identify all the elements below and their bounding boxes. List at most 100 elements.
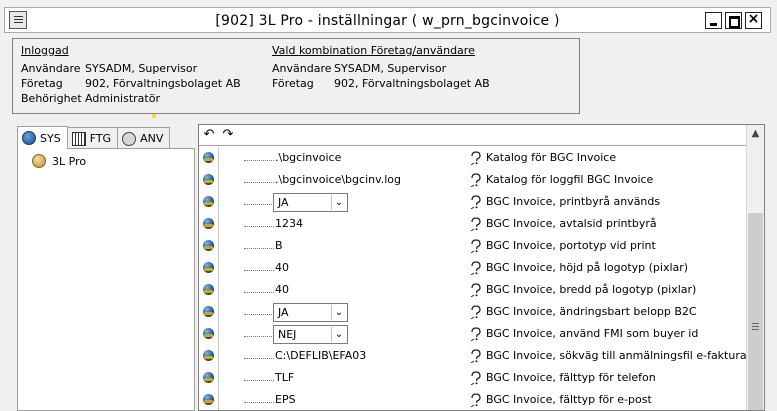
help-icon[interactable] xyxy=(469,283,483,298)
param-row[interactable]: TLF BGC Invoice, fälttyp för telefon xyxy=(199,367,747,389)
param-description: BGC Invoice, fälttyp för e-post xyxy=(486,393,652,406)
tree-item-3l-pro[interactable]: 3L Pro xyxy=(32,154,86,168)
parameter-status-icon xyxy=(203,174,214,185)
param-row[interactable]: .\bgcinvoice Katalog för BGC Invoice xyxy=(199,147,747,169)
param-value-field[interactable]: C:\DEFLIB\EFA03 xyxy=(275,349,366,362)
param-description: Katalog för BGC Invoice xyxy=(486,151,617,164)
logged-in-section: Inloggad Användare SYSADM, Supervisor För… xyxy=(21,44,241,107)
param-value-field[interactable]: .\bgcinvoice xyxy=(275,151,341,164)
param-row[interactable]: EPS BGC Invoice, fälttyp för e-post xyxy=(199,389,747,410)
scroll-up-icon[interactable]: ▲ xyxy=(747,125,764,142)
param-row[interactable]: 40 BGC Invoice, höjd på logotyp (pixlar) xyxy=(199,257,747,279)
param-value-field[interactable]: TLF xyxy=(275,371,294,384)
vertical-scrollbar[interactable]: ▲ xyxy=(746,125,764,410)
user-label: Användare xyxy=(21,62,81,75)
company-label: Företag xyxy=(21,77,63,90)
param-row[interactable]: JA ⌄ BGC Invoice, printbyrå används xyxy=(199,191,747,213)
param-row[interactable]: NEJ ⌄ BGC Invoice, använd FMI som buyer id xyxy=(199,323,747,345)
company-value: 902, Förvaltningsbolaget AB xyxy=(85,77,241,90)
help-icon[interactable] xyxy=(469,151,483,166)
parameter-status-icon xyxy=(203,306,214,317)
help-icon[interactable] xyxy=(469,173,483,188)
scroll-thumb[interactable] xyxy=(748,213,763,410)
param-row[interactable]: 40 BGC Invoice, bredd på logotyp (pixlar) xyxy=(199,279,747,301)
tab-label: SYS xyxy=(40,131,61,145)
param-row[interactable]: B BGC Invoice, portotyp vid print xyxy=(199,235,747,257)
param-description: BGC Invoice, höjd på logotyp (pixlar) xyxy=(486,261,689,274)
param-value-dropdown[interactable]: NEJ ⌄ xyxy=(273,325,348,344)
app-icon xyxy=(32,154,46,168)
help-icon[interactable] xyxy=(469,349,483,364)
param-description: BGC Invoice, fälttyp för telefon xyxy=(486,371,656,384)
param-value-field[interactable]: EPS xyxy=(275,393,296,406)
chevron-down-icon[interactable]: ⌄ xyxy=(331,305,346,320)
logged-in-header: Inloggad xyxy=(21,44,69,57)
forward-icon[interactable]: ↷ xyxy=(220,127,236,143)
tab-label: ANV xyxy=(140,132,164,145)
tree-connector xyxy=(244,160,274,161)
param-row[interactable]: C:\DEFLIB\EFA03 BGC Invoice, sökväg till … xyxy=(199,345,747,367)
parameter-status-icon xyxy=(203,152,214,163)
help-icon[interactable] xyxy=(469,217,483,232)
param-description: BGC Invoice, bredd på logotyp (pixlar) xyxy=(486,283,697,296)
help-icon[interactable] xyxy=(469,371,483,386)
param-value-field[interactable]: 40 xyxy=(275,261,289,274)
help-icon[interactable] xyxy=(469,305,483,320)
param-row[interactable]: 1234 BGC Invoice, avtalsid printbyrå xyxy=(199,213,747,235)
close-icon: × xyxy=(747,11,760,27)
tab-label: FTG xyxy=(89,132,112,145)
tree-connector xyxy=(244,226,274,227)
help-icon[interactable] xyxy=(469,393,483,408)
param-description: BGC Invoice, avtalsid printbyrå xyxy=(486,217,657,230)
tree-item-label: 3L Pro xyxy=(52,154,87,168)
param-row[interactable]: JA ⌄ BGC Invoice, ändringsbart belopp B2C xyxy=(199,301,747,323)
settings-toolbar: ↶ ↷ xyxy=(199,125,747,146)
tree-panel: 3L Pro xyxy=(17,148,195,411)
minimize-button[interactable] xyxy=(705,12,722,29)
param-value-field[interactable]: 1234 xyxy=(275,217,303,230)
level-tabs: SYS FTG ANV xyxy=(17,126,171,149)
login-info-panel: Inloggad Användare SYSADM, Supervisor För… xyxy=(12,38,580,114)
tree-connector xyxy=(244,248,274,249)
tree-connector xyxy=(244,292,274,293)
param-value-field[interactable]: 40 xyxy=(275,283,289,296)
maximize-button[interactable] xyxy=(725,12,742,29)
param-description: BGC Invoice, printbyrå används xyxy=(486,195,661,208)
tree-connector xyxy=(244,204,274,205)
help-icon[interactable] xyxy=(469,261,483,276)
parameter-status-icon xyxy=(203,394,214,405)
param-description: Katalog för loggfil BGC Invoice xyxy=(486,173,654,186)
building-icon xyxy=(71,131,86,146)
back-icon[interactable]: ↶ xyxy=(201,127,217,143)
param-value-field[interactable]: B xyxy=(275,239,283,252)
parameter-status-icon xyxy=(203,240,214,251)
chevron-down-icon[interactable]: ⌄ xyxy=(331,195,346,210)
tree-connector xyxy=(244,358,274,359)
tree-connector xyxy=(244,314,274,315)
dropdown-value: NEJ xyxy=(278,328,297,341)
parameter-status-icon xyxy=(203,284,214,295)
parameter-status-icon xyxy=(203,350,214,361)
close-button[interactable]: × xyxy=(745,11,762,29)
param-value-field[interactable]: .\bgcinvoice\bgcinv.log xyxy=(275,173,401,186)
param-row[interactable]: .\bgcinvoice\bgcinv.log Katalog för loggf… xyxy=(199,169,747,191)
selected-combination-header: Vald kombination Företag/användare xyxy=(272,44,475,57)
permission-value: Administratör xyxy=(85,92,160,105)
chevron-down-icon[interactable]: ⌄ xyxy=(331,327,346,342)
company-value: 902, Förvaltningsbolaget AB xyxy=(334,77,490,90)
user-label: Användare xyxy=(272,62,332,75)
help-icon[interactable] xyxy=(469,327,483,342)
param-description: BGC Invoice, använd FMI som buyer id xyxy=(486,327,699,340)
dropdown-value: JA xyxy=(278,306,289,319)
tab-anv[interactable]: ANV xyxy=(117,127,171,149)
help-icon[interactable] xyxy=(469,239,483,254)
tab-ftg[interactable]: FTG xyxy=(66,127,119,149)
param-value-dropdown[interactable]: JA ⌄ xyxy=(273,303,348,322)
param-description: BGC Invoice, portotyp vid print xyxy=(486,239,656,252)
user-value: SYSADM, Supervisor xyxy=(85,62,198,75)
marker-dot xyxy=(152,114,156,118)
tab-sys[interactable]: SYS xyxy=(17,126,68,149)
window-frame xyxy=(0,0,777,2)
help-icon[interactable] xyxy=(469,195,483,210)
param-value-dropdown[interactable]: JA ⌄ xyxy=(273,193,348,212)
